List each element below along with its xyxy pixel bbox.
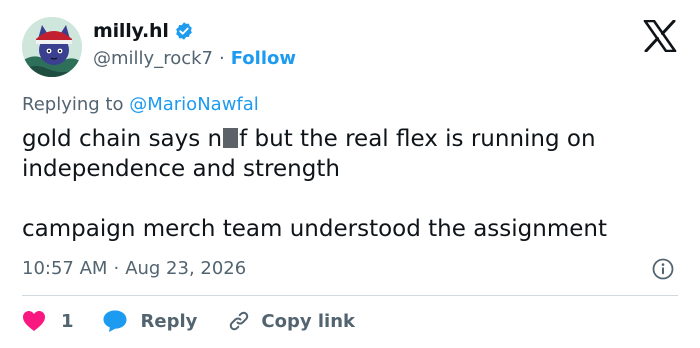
display-name[interactable]: milly.hl — [93, 20, 169, 42]
tweet-line-3: campaign merch team understood the assig… — [22, 216, 607, 242]
reply-button[interactable]: Reply — [102, 309, 198, 333]
user-name-row: milly.hl — [93, 20, 194, 42]
copy-link-button[interactable]: Copy link — [227, 309, 355, 333]
reply-label: Reply — [140, 310, 198, 332]
divider — [22, 295, 678, 296]
tweet-text: gold chain says n f but the real flex is … — [22, 124, 692, 244]
x-logo-icon[interactable] — [643, 20, 677, 52]
tweet-date: Aug 23, 2026 — [125, 258, 247, 279]
like-count: 1 — [61, 310, 74, 332]
follow-button[interactable]: Follow — [231, 48, 296, 69]
info-icon[interactable] — [652, 258, 674, 280]
tweet-line-1-start: gold chain says n — [22, 126, 223, 152]
link-icon — [230, 311, 249, 331]
tweet-timestamp[interactable]: 10:57 AM · Aug 23, 2026 — [22, 258, 246, 279]
avatar-image — [22, 17, 82, 77]
reply-bubble-icon — [103, 310, 127, 332]
tweet-line-2: independence and strength — [22, 156, 340, 182]
heart-icon — [23, 311, 45, 331]
avatar[interactable] — [22, 17, 82, 77]
copy-link-label: Copy link — [261, 310, 355, 332]
tweet-line-1-end: f but the real flex is running on — [239, 126, 596, 152]
tweet-line-1: gold chain says n f but the real flex is … — [22, 124, 692, 154]
tweet-time: 10:57 AM — [22, 258, 108, 279]
reply-mention-link[interactable]: @MarioNawfal — [129, 94, 259, 115]
user-handle[interactable]: @milly_rock7 — [93, 48, 213, 69]
censor-block — [223, 128, 239, 148]
replying-to: Replying to @MarioNawfal — [22, 94, 259, 115]
replying-to-label: Replying to — [22, 94, 124, 115]
handle-separator: · — [218, 48, 225, 69]
like-button[interactable]: 1 — [22, 310, 74, 332]
handle-row: @milly_rock7 · Follow — [93, 48, 296, 69]
verified-badge-icon — [174, 21, 194, 41]
action-bar: 1 Reply Copy link — [22, 307, 355, 335]
timestamp-separator: · — [113, 258, 120, 279]
